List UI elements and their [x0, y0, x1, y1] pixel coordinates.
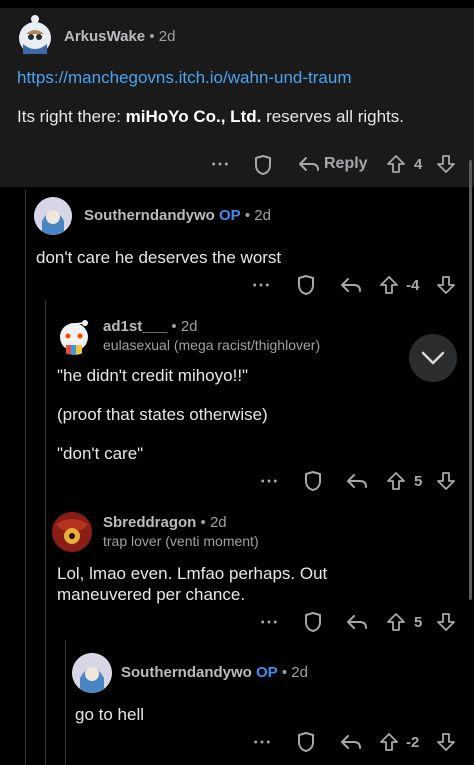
comment-link[interactable]: https://manchegovns.itch.io/wahn-und-tra… — [17, 68, 352, 87]
comment-body: Lol, lmao even. Lmfao perhaps. Out maneu… — [57, 564, 328, 604]
downvote-arrow-icon[interactable] — [436, 732, 456, 752]
chevron-down-icon — [421, 351, 445, 365]
avatar[interactable] — [34, 197, 72, 235]
thread-line — [65, 640, 66, 765]
reply-arrow-icon[interactable] — [346, 613, 368, 631]
user-flair: trap lover (venti moment) — [103, 533, 259, 549]
more-icon[interactable] — [252, 282, 270, 288]
comment-age: 2d — [158, 28, 176, 45]
collapse-button[interactable] — [409, 334, 457, 382]
vote-score: 5 — [414, 473, 423, 490]
more-icon[interactable] — [260, 478, 278, 484]
reply-arrow-icon[interactable] — [340, 733, 362, 751]
reply-button[interactable]: Reply — [298, 155, 368, 173]
username[interactable]: ad1st___ • 2d — [103, 318, 198, 335]
upvote-arrow-icon[interactable] — [379, 275, 399, 295]
avatar[interactable] — [72, 653, 112, 693]
username[interactable]: Sbreddragon • 2d — [103, 514, 227, 531]
thread-line — [45, 300, 46, 765]
comment-body: (proof that states otherwise) — [57, 405, 268, 424]
more-icon[interactable] — [253, 739, 271, 745]
upvote-arrow-icon[interactable] — [386, 471, 406, 491]
award-shield-icon[interactable] — [296, 731, 316, 753]
comment-body: https://manchegovns.itch.io/wahn-und-tra… — [17, 67, 437, 88]
downvote-arrow-icon[interactable] — [436, 612, 456, 632]
thread-line — [25, 190, 26, 765]
upvote-arrow-icon[interactable] — [386, 612, 406, 632]
vote-score: -2 — [406, 734, 420, 751]
comment-body: Its right there: miHoYo Co., Ltd. reserv… — [17, 107, 405, 126]
op-badge: OP — [219, 207, 241, 224]
comment-age: 2d — [254, 207, 271, 224]
comment-age: 2d — [291, 664, 308, 681]
comment-body: "he didn't credit mihoyo!!" — [57, 366, 249, 385]
award-shield-icon[interactable] — [296, 274, 316, 296]
reply-arrow-icon[interactable] — [346, 472, 368, 490]
vote-score: 5 — [414, 614, 423, 631]
more-icon[interactable] — [211, 161, 229, 167]
downvote-arrow-icon[interactable] — [436, 275, 456, 295]
more-icon[interactable] — [260, 619, 278, 625]
downvote-arrow-icon[interactable] — [436, 154, 456, 174]
upvote-arrow-icon[interactable] — [386, 154, 406, 174]
username[interactable]: ArkusWake • 2d — [64, 28, 175, 45]
avatar[interactable] — [54, 315, 94, 355]
comment-age: 2d — [209, 514, 227, 531]
downvote-arrow-icon[interactable] — [436, 471, 456, 491]
avatar[interactable] — [52, 512, 92, 552]
reply-arrow-icon — [298, 155, 320, 173]
scrollbar[interactable] — [469, 160, 472, 600]
comment-age: 2d — [180, 318, 198, 335]
comment-body: go to hell — [75, 705, 144, 724]
comment-body: "don't care" — [57, 444, 144, 463]
comment-body: don't care he deserves the worst — [36, 248, 282, 267]
award-shield-icon[interactable] — [253, 154, 273, 176]
vote-score: 4 — [414, 156, 423, 173]
reply-arrow-icon[interactable] — [340, 276, 362, 294]
username[interactable]: Southerndandywo OP • 2d — [121, 664, 308, 681]
username[interactable]: Southerndandywo OP • 2d — [84, 207, 271, 224]
op-badge: OP — [256, 664, 278, 681]
award-shield-icon[interactable] — [303, 470, 323, 492]
vote-score: -4 — [406, 277, 420, 294]
top-strip — [0, 0, 474, 8]
user-flair: eulasexual (mega racist/thighlover) — [103, 337, 321, 353]
avatar[interactable] — [16, 14, 54, 58]
award-shield-icon[interactable] — [303, 611, 323, 633]
upvote-arrow-icon[interactable] — [379, 732, 399, 752]
